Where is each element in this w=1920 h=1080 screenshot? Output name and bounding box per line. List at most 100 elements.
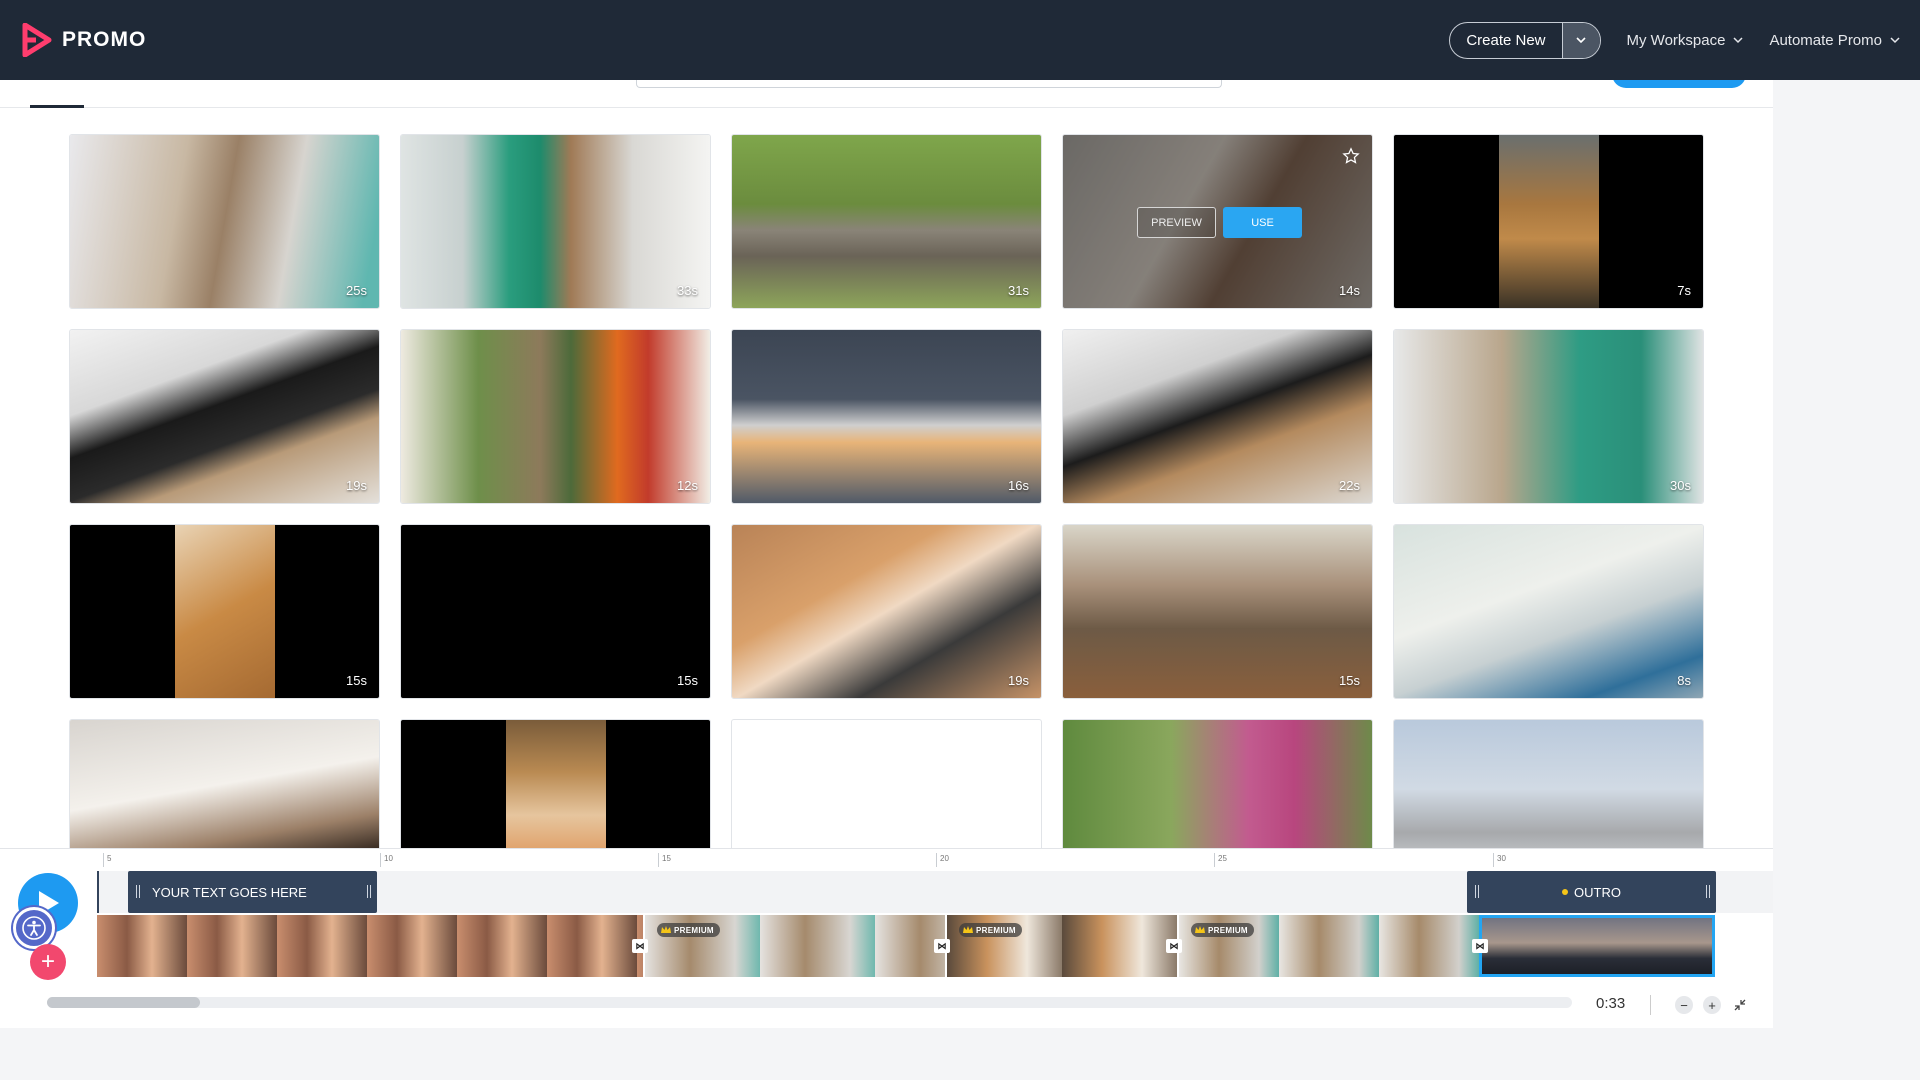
create-new-dropdown[interactable] (1561, 22, 1600, 58)
media-grid: 25s 33s 31s PREVIEW USE 14s 7s 19s 12s 1… (69, 134, 1704, 848)
promo-logo-icon (22, 23, 52, 57)
page-footer-area (0, 1028, 1920, 1080)
ruler-tick: 10 (380, 853, 393, 867)
premium-badge: PREMIUM (959, 923, 1022, 937)
transition-icon[interactable]: ⋈ (1472, 939, 1488, 953)
duration-label: 19s (346, 478, 367, 493)
media-thumb[interactable]: 25s (69, 134, 380, 309)
clip-left-handle[interactable] (136, 885, 140, 898)
zoom-in-button[interactable]: + (1703, 996, 1721, 1014)
my-workspace-menu[interactable]: My Workspace (1627, 32, 1744, 49)
text-clip[interactable]: YOUR TEXT GOES HERE (128, 871, 377, 913)
automate-promo-menu[interactable]: Automate Promo (1769, 32, 1900, 49)
media-library: 25s 33s 31s PREVIEW USE 14s 7s 19s 12s 1… (0, 80, 1773, 848)
media-thumb[interactable] (1062, 719, 1373, 848)
top-bar: PROMO Create New My Workspace Automate P… (0, 0, 1920, 80)
transition-icon[interactable]: ⋈ (934, 939, 950, 953)
media-thumb[interactable] (1393, 719, 1704, 848)
fit-timeline-icon[interactable] (1731, 996, 1749, 1014)
media-thumb[interactable]: 19s (69, 329, 380, 504)
duration-label: 14s (1339, 283, 1360, 298)
timeline-scrollbar[interactable] (47, 997, 1572, 1008)
ruler-tick: 15 (658, 853, 671, 867)
media-thumb[interactable]: 12s (400, 329, 711, 504)
outro-dot-icon (1562, 889, 1569, 895)
time-readout: 0:33 (1596, 995, 1626, 1012)
use-button[interactable]: USE (1223, 207, 1302, 238)
video-track: PREMIUM PREMIUM PREMIUM ⋈ ⋈ ⋈ ⋈ (97, 915, 1717, 977)
clip-right-handle[interactable] (1706, 885, 1710, 898)
crown-icon (1195, 926, 1205, 933)
accessibility-icon (22, 916, 46, 940)
create-new-label[interactable]: Create New (1450, 23, 1561, 58)
media-thumb[interactable]: 15s (1062, 524, 1373, 699)
duration-label: 31s (1008, 283, 1029, 298)
logo[interactable]: PROMO (22, 23, 146, 57)
active-tab-indicator[interactable] (30, 105, 84, 108)
media-thumb[interactable]: 33s (400, 134, 711, 309)
logo-text: PROMO (62, 28, 147, 51)
chevron-down-icon (1733, 37, 1743, 44)
crown-icon (963, 926, 973, 933)
media-thumb[interactable]: 19s (731, 524, 1042, 699)
transition-icon[interactable]: ⋈ (1166, 939, 1182, 953)
clip-right-handle[interactable] (367, 885, 371, 898)
outro-clip[interactable]: OUTRO (1467, 871, 1716, 913)
duration-label: 15s (677, 673, 698, 688)
video-segment[interactable]: PREMIUM (645, 915, 945, 977)
video-segment[interactable]: PREMIUM (947, 915, 1177, 977)
playhead[interactable] (97, 871, 99, 913)
zoom-out-button[interactable]: − (1675, 996, 1693, 1014)
divider (1650, 995, 1651, 1015)
ruler-tick: 25 (1214, 853, 1227, 867)
duration-label: 25s (346, 283, 367, 298)
crown-icon (661, 926, 671, 933)
add-button[interactable]: + (30, 944, 66, 980)
transition-icon[interactable]: ⋈ (632, 939, 648, 953)
library-subheader (0, 80, 1773, 108)
chevron-down-icon (1576, 37, 1586, 44)
duration-label: 8s (1677, 673, 1691, 688)
video-segment-selected[interactable] (1479, 915, 1715, 977)
duration-label: 16s (1008, 478, 1029, 493)
media-thumb[interactable]: 15s (400, 524, 711, 699)
right-gutter (1773, 80, 1920, 1028)
media-thumb[interactable]: 8s (1393, 524, 1704, 699)
media-thumb[interactable]: 30s (1393, 329, 1704, 504)
video-segment[interactable]: PREMIUM (1179, 915, 1485, 977)
media-thumb[interactable]: 7s (1393, 134, 1704, 309)
hover-overlay (1063, 135, 1372, 308)
media-thumb-hovered[interactable]: PREVIEW USE 14s (1062, 134, 1373, 309)
duration-label: 22s (1339, 478, 1360, 493)
my-workspace-label: My Workspace (1626, 31, 1726, 49)
duration-label: 15s (346, 673, 367, 688)
media-thumb[interactable]: 16s (731, 329, 1042, 504)
media-thumb[interactable]: 22s (1062, 329, 1373, 504)
media-thumb[interactable] (731, 719, 1042, 848)
premium-badge: PREMIUM (657, 923, 720, 937)
create-new-button[interactable]: Create New (1449, 21, 1601, 59)
media-thumb[interactable]: 31s (731, 134, 1042, 309)
automate-promo-label: Automate Promo (1769, 31, 1882, 49)
ruler-tick: 5 (103, 853, 111, 867)
premium-badge: PREMIUM (1191, 923, 1254, 937)
media-thumb[interactable] (400, 719, 711, 848)
timeline-ruler[interactable]: 5 10 15 20 25 30 (97, 849, 1773, 871)
timeline-panel: 5 10 15 20 25 30 YOUR TEXT GOES HERE OUT… (0, 848, 1773, 1028)
video-segment[interactable] (97, 915, 643, 977)
media-thumb[interactable]: 15s (69, 524, 380, 699)
ruler-tick: 20 (936, 853, 949, 867)
preview-button[interactable]: PREVIEW (1137, 207, 1216, 238)
media-thumb[interactable] (69, 719, 380, 848)
timeline-scrollbar-thumb[interactable] (47, 997, 200, 1008)
clip-left-handle[interactable] (1475, 885, 1479, 898)
outro-clip-label: OUTRO (1574, 884, 1621, 900)
duration-label: 33s (677, 283, 698, 298)
search-input[interactable] (636, 80, 1222, 88)
duration-label: 12s (677, 478, 698, 493)
accessibility-button[interactable] (13, 907, 55, 949)
duration-label: 15s (1339, 673, 1360, 688)
star-icon[interactable] (1342, 147, 1360, 165)
duration-label: 19s (1008, 673, 1029, 688)
primary-action-button[interactable] (1612, 80, 1746, 88)
